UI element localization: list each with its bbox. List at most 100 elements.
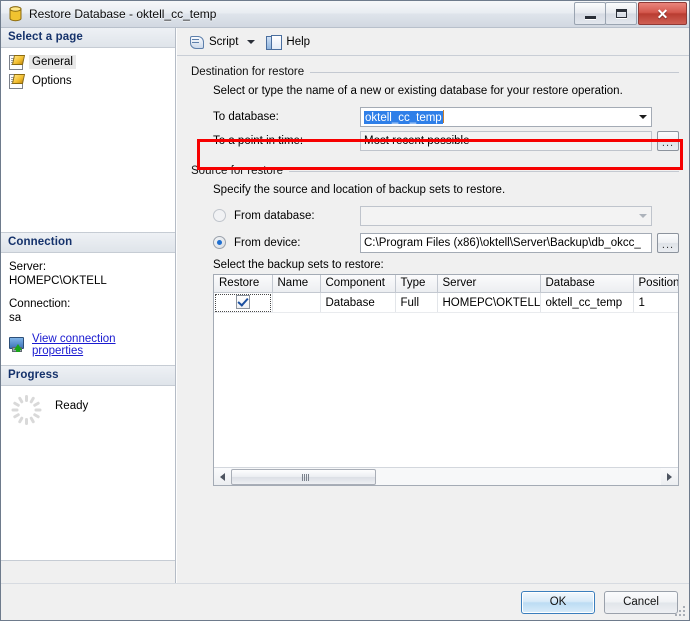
sidebar-item-label: Options [29,74,75,88]
dialog-footer: OK Cancel [1,583,689,620]
minimize-icon [585,16,596,19]
col-position[interactable]: Position [633,275,679,293]
col-component[interactable]: Component [320,275,395,293]
to-database-label: To database: [213,111,360,123]
sidebar-footer-spacer [1,560,175,583]
server-label: Server: [9,260,167,274]
progress-spinner-icon [11,395,41,425]
sidebar-item-options[interactable]: Options [1,71,175,90]
view-connection-properties-link[interactable]: View connection properties [32,333,167,357]
from-device-label: From device: [234,237,360,249]
help-button[interactable]: Help [262,32,314,52]
to-point-in-time-label: To a point in time: [213,135,360,147]
cell-database: oktell_cc_temp [540,293,633,313]
chevron-down-icon[interactable] [634,207,651,225]
from-device-radio[interactable] [213,236,226,249]
chevron-down-icon[interactable] [247,40,255,44]
cancel-button[interactable]: Cancel [604,591,678,614]
from-database-combo[interactable] [360,206,652,226]
to-database-value-wrap: oktell_cc_temp [364,110,634,124]
toolbar: Script Help [177,28,689,56]
from-device-field[interactable]: C:\Program Files (x86)\oktell\Server\Bac… [360,233,652,253]
scrollbar-thumb[interactable] [231,469,376,485]
destination-hint: Select or type the name of a new or exis… [213,85,679,97]
to-point-in-time-field[interactable]: Most recent possible [360,131,652,151]
grid-horizontal-scrollbar[interactable] [214,467,678,485]
sidebar-spacer [1,96,175,232]
grid-empty-space [214,313,678,467]
col-database[interactable]: Database [540,275,633,293]
destination-group-label: Destination for restore [191,66,310,78]
from-database-radio[interactable] [213,209,226,222]
backup-sets-grid: Restore Name Component Type Server Datab… [213,274,679,486]
scroll-right-icon[interactable] [661,468,678,485]
script-button[interactable]: Script [185,32,242,52]
source-group-label: Source for restore [191,165,289,177]
to-point-in-time-value: Most recent possible [364,135,651,147]
page-list: General Options [1,48,175,96]
view-connection-properties-row[interactable]: View connection properties [1,327,175,365]
group-divider [310,72,679,73]
progress-area: Ready [1,386,175,561]
destination-group-title: Destination for restore [191,66,679,78]
script-label: Script [209,36,238,48]
backup-sets-table: Restore Name Component Type Server Datab… [214,275,679,313]
restore-checkbox[interactable] [236,295,250,309]
progress-status: Ready [55,400,88,412]
to-database-input[interactable]: oktell_cc_temp [364,111,443,124]
select-a-page-header: Select a page [1,28,175,48]
close-button[interactable]: ✕ [638,2,687,25]
resize-grip[interactable] [675,606,687,618]
connection-label: Connection: [9,297,167,311]
col-server[interactable]: Server [437,275,540,293]
sidebar-item-label: General [29,55,76,69]
database-cylinder-icon [8,6,23,22]
col-name[interactable]: Name [272,275,320,293]
from-device-row[interactable]: From device: C:\Program Files (x86)\okte… [213,232,679,253]
help-label: Help [286,36,310,48]
to-point-in-time-browse-button[interactable]: ... [657,131,679,151]
from-device-browse-button[interactable]: ... [657,233,679,253]
from-device-value: C:\Program Files (x86)\oktell\Server\Bac… [364,237,651,249]
group-divider [289,171,679,172]
chevron-down-icon[interactable] [634,108,651,126]
from-database-row[interactable]: From database: [213,205,679,226]
cell-server: HOMEPC\OKTELL [437,293,540,313]
to-point-in-time-row: To a point in time: Most recent possible… [213,130,679,151]
connection-value: sa [9,311,167,325]
computer-connection-icon [9,337,26,352]
page-icon [9,55,24,69]
page-icon [9,74,24,88]
table-row[interactable]: Database Full HOMEPC\OKTELL oktell_cc_te… [214,293,679,313]
settings-area: Destination for restore Select or type t… [177,56,689,583]
sidebar-item-general[interactable]: General [1,52,175,71]
source-group: Source for restore Specify the source an… [191,165,679,486]
help-icon [266,35,281,49]
to-database-combo[interactable]: oktell_cc_temp [360,107,652,127]
destination-group: Destination for restore Select or type t… [191,66,679,151]
cell-restore[interactable] [214,293,272,313]
close-icon: ✕ [657,7,669,21]
minimize-button[interactable] [574,2,606,25]
restore-icon [616,9,627,18]
cell-component: Database [320,293,395,313]
ok-button[interactable]: OK [521,591,595,614]
restore-database-dialog: Restore Database - oktell_cc_temp ✕ Sele… [0,0,690,621]
backup-sets-label: Select the backup sets to restore: [213,259,679,271]
connection-info: Server: HOMEPC\OKTELL Connection: sa [1,253,175,327]
to-database-row: To database: oktell_cc_temp [213,106,679,127]
source-hint: Specify the source and location of backu… [213,184,679,196]
dialog-body: Select a page General Options Connection [1,28,689,583]
cell-type: Full [395,293,437,313]
script-icon [189,35,204,49]
scrollbar-track[interactable] [231,468,661,485]
maximize-button[interactable] [605,2,637,25]
col-type[interactable]: Type [395,275,437,293]
scroll-left-icon[interactable] [214,468,231,485]
table-header-row: Restore Name Component Type Server Datab… [214,275,679,293]
source-group-title: Source for restore [191,165,679,177]
sidebar: Select a page General Options Connection [1,28,176,583]
window-controls: ✕ [575,2,687,24]
col-restore[interactable]: Restore [214,275,272,293]
from-database-label: From database: [234,210,360,222]
